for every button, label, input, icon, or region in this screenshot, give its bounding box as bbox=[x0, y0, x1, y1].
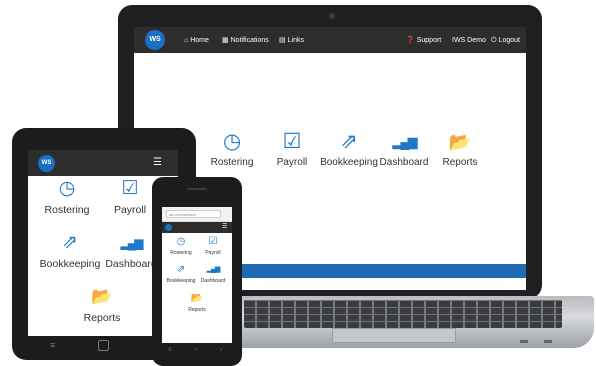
clock-icon: ◷ bbox=[176, 236, 186, 247]
notifications-icon: ▦ bbox=[222, 37, 229, 44]
tile-label: Rostering bbox=[44, 204, 90, 216]
tile-label: Reports bbox=[442, 157, 478, 168]
phone-home-key[interactable]: ○ bbox=[194, 347, 198, 353]
nav-home-label: Home bbox=[190, 37, 209, 44]
support-icon: ❓ bbox=[406, 37, 415, 44]
tablet-navbar: WS ☰ bbox=[28, 150, 178, 176]
laptop-port bbox=[544, 340, 552, 343]
clock-icon: ◷ bbox=[222, 130, 242, 153]
tile-label: Bookkeeping bbox=[166, 278, 196, 284]
nav-home[interactable]: ⌂ Home bbox=[184, 35, 209, 46]
tile-reports[interactable]: 📂 Reports bbox=[66, 286, 138, 324]
folder-open-icon: 📂 bbox=[91, 287, 113, 306]
laptop-port bbox=[520, 340, 528, 343]
tablet-back-icon[interactable]: ≡ bbox=[50, 340, 55, 350]
tile-label: Reports bbox=[83, 312, 121, 324]
logo[interactable]: WS bbox=[145, 30, 165, 50]
tile-label: Dashboard bbox=[379, 157, 429, 168]
phone-screen: iws.com.au/home ☰ ◷ Rostering ☑ Payroll … bbox=[162, 207, 232, 343]
url-field[interactable]: iws.com.au/home bbox=[166, 210, 221, 218]
tile-reports[interactable]: 📂 Reports bbox=[430, 129, 490, 168]
nav-account[interactable]: IWS Demo bbox=[452, 35, 486, 46]
menu-icon[interactable]: ☰ bbox=[222, 223, 227, 232]
share-square-icon: ⇗ bbox=[176, 264, 186, 275]
tile-rostering[interactable]: ◷ Rostering bbox=[164, 236, 198, 256]
nav-support-label: Support bbox=[416, 37, 442, 44]
power-icon: ⏻ bbox=[491, 37, 497, 44]
tile-label: Bookkeeping bbox=[320, 157, 378, 168]
tile-label: Payroll bbox=[205, 250, 221, 256]
tile-rostering[interactable]: ◷ Rostering bbox=[31, 178, 103, 216]
home-icon: ⌂ bbox=[184, 37, 189, 44]
menu-icon[interactable]: ☰ bbox=[153, 158, 164, 168]
phone-menu-key[interactable]: ≡ bbox=[168, 347, 172, 353]
signal-bars-icon: ▂▄▆ bbox=[392, 134, 417, 149]
tile-rostering[interactable]: ◷ Rostering bbox=[202, 129, 262, 168]
tile-label: Dashboard bbox=[200, 278, 226, 284]
tile-label: Reports bbox=[188, 307, 206, 313]
nav-logout-label: Logout bbox=[498, 37, 520, 44]
tile-payroll[interactable]: ☑ Payroll bbox=[196, 236, 230, 256]
phone-back-key[interactable]: › bbox=[220, 347, 222, 353]
links-icon: ▤ bbox=[279, 37, 286, 44]
check-square-icon: ☑ bbox=[208, 236, 218, 247]
nav-notifications-label: Notifications bbox=[230, 37, 269, 44]
tile-label: Rostering bbox=[170, 250, 192, 256]
nav-account-label: IWS Demo bbox=[452, 37, 486, 44]
tile-reports[interactable]: 📂 Reports bbox=[180, 293, 214, 313]
tile-payroll[interactable]: ☑ Payroll bbox=[262, 129, 322, 168]
top-navbar: WS ⌂ Home ▦ Notifications ▤ Links ❓ Support … bbox=[134, 27, 526, 53]
tile-label: Rostering bbox=[210, 157, 254, 168]
folder-open-icon: 📂 bbox=[448, 132, 472, 152]
phone-speaker bbox=[187, 188, 207, 190]
nav-links-label: Links bbox=[287, 37, 304, 44]
phone-nav-bar: ≡ ○ › bbox=[162, 347, 232, 357]
logo[interactable] bbox=[165, 224, 172, 231]
signal-bars-icon: ▂▄▆ bbox=[206, 266, 221, 273]
browser-bar: iws.com.au/home bbox=[162, 207, 232, 222]
share-square-icon: ⇗ bbox=[340, 130, 358, 153]
tile-bookkeeping[interactable]: ⇗ Bookkeeping bbox=[319, 129, 379, 168]
tile-dashboard[interactable]: ▂▄▆ Dashboard bbox=[374, 129, 434, 168]
tablet-home-button[interactable] bbox=[98, 340, 109, 351]
nav-logout[interactable]: ⏻ Logout bbox=[491, 35, 520, 46]
folder-open-icon: 📂 bbox=[190, 293, 204, 304]
tile-bookkeeping[interactable]: ⇗ Bookkeeping bbox=[164, 264, 198, 284]
logo[interactable]: WS bbox=[38, 155, 55, 172]
check-square-icon: ☑ bbox=[282, 130, 302, 153]
nav-support[interactable]: ❓ Support bbox=[406, 35, 441, 46]
laptop-camera bbox=[329, 13, 335, 19]
clock-icon: ◷ bbox=[58, 178, 76, 199]
laptop-trackpad bbox=[332, 328, 456, 343]
tile-label: Payroll bbox=[276, 157, 308, 168]
tile-dashboard[interactable]: ▂▄▆ Dashboard bbox=[196, 264, 230, 284]
nav-notifications[interactable]: ▦ Notifications bbox=[222, 35, 269, 46]
nav-links[interactable]: ▤ Links bbox=[279, 35, 304, 46]
phone-navbar: ☰ bbox=[162, 222, 232, 233]
laptop-keyboard-rows bbox=[244, 300, 562, 328]
